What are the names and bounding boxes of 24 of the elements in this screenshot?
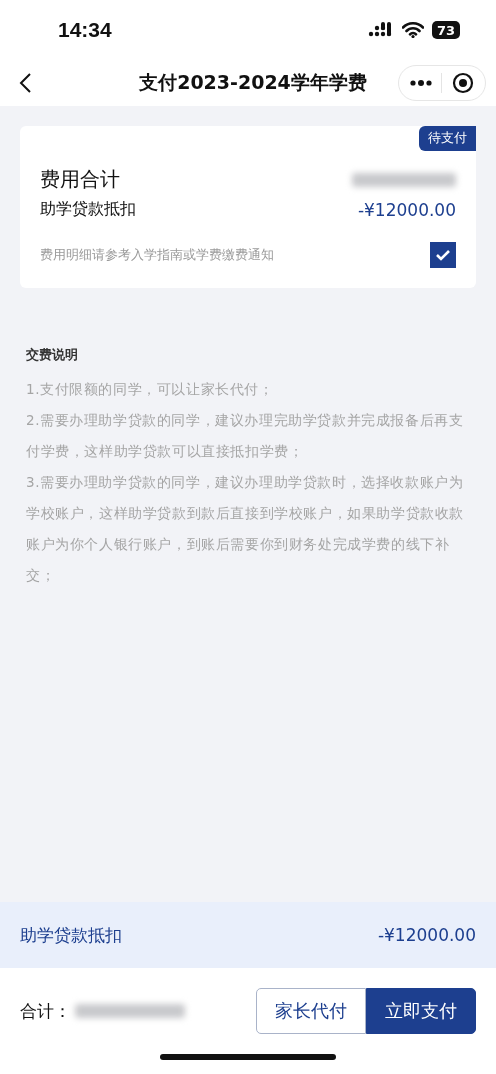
- instruction-text: 1.支付限额的同学，可以让家长代付；: [26, 380, 275, 399]
- back-icon[interactable]: [18, 72, 32, 94]
- total-label: 费用合计: [40, 166, 120, 193]
- pay-now-button[interactable]: 立即支付: [366, 988, 476, 1034]
- wifi-icon: [401, 22, 424, 38]
- deduction-amount: -¥12000.00: [377, 925, 476, 945]
- signal-icon: [367, 22, 394, 38]
- checkbox[interactable]: [430, 242, 456, 268]
- status-badge: 待支付: [419, 126, 476, 151]
- close-icon[interactable]: [452, 72, 475, 94]
- battery-icon: 73: [431, 21, 460, 39]
- instructions-title: 交费说明: [26, 346, 79, 364]
- parent-pay-button[interactable]: 家长代付: [256, 988, 366, 1034]
- loan-label: 助学贷款抵扣: [40, 199, 136, 220]
- instruction-text: 3.需要办理助学贷款的同学，建议办理助学贷款时，选择收款账户为学校账户，这样助学贷款到款后直接到学校账户，如果助学贷款收款账户为你个人银行账户，到账后需要你到财务处完成学费的线下补交；: [26, 473, 465, 585]
- total-label: 合计：: [20, 999, 71, 1023]
- loan-amount: -¥12000.00: [357, 199, 456, 220]
- instruction-text: 2.需要办理助学贷款的同学，建议办理完助学贷款并完成报备后再支付学费，这样助学贷款可以直接抵扣学费；: [26, 411, 465, 461]
- more-icon[interactable]: [409, 80, 432, 86]
- status-time: 14:34: [58, 18, 112, 42]
- checkmark-icon: [435, 249, 451, 261]
- deduction-label: 助学贷款抵扣: [20, 923, 122, 947]
- page-title: 支付2023-2024学年学费: [138, 70, 368, 95]
- fee-note: 费用明细请参考入学指南或学费缴费通知: [40, 246, 274, 264]
